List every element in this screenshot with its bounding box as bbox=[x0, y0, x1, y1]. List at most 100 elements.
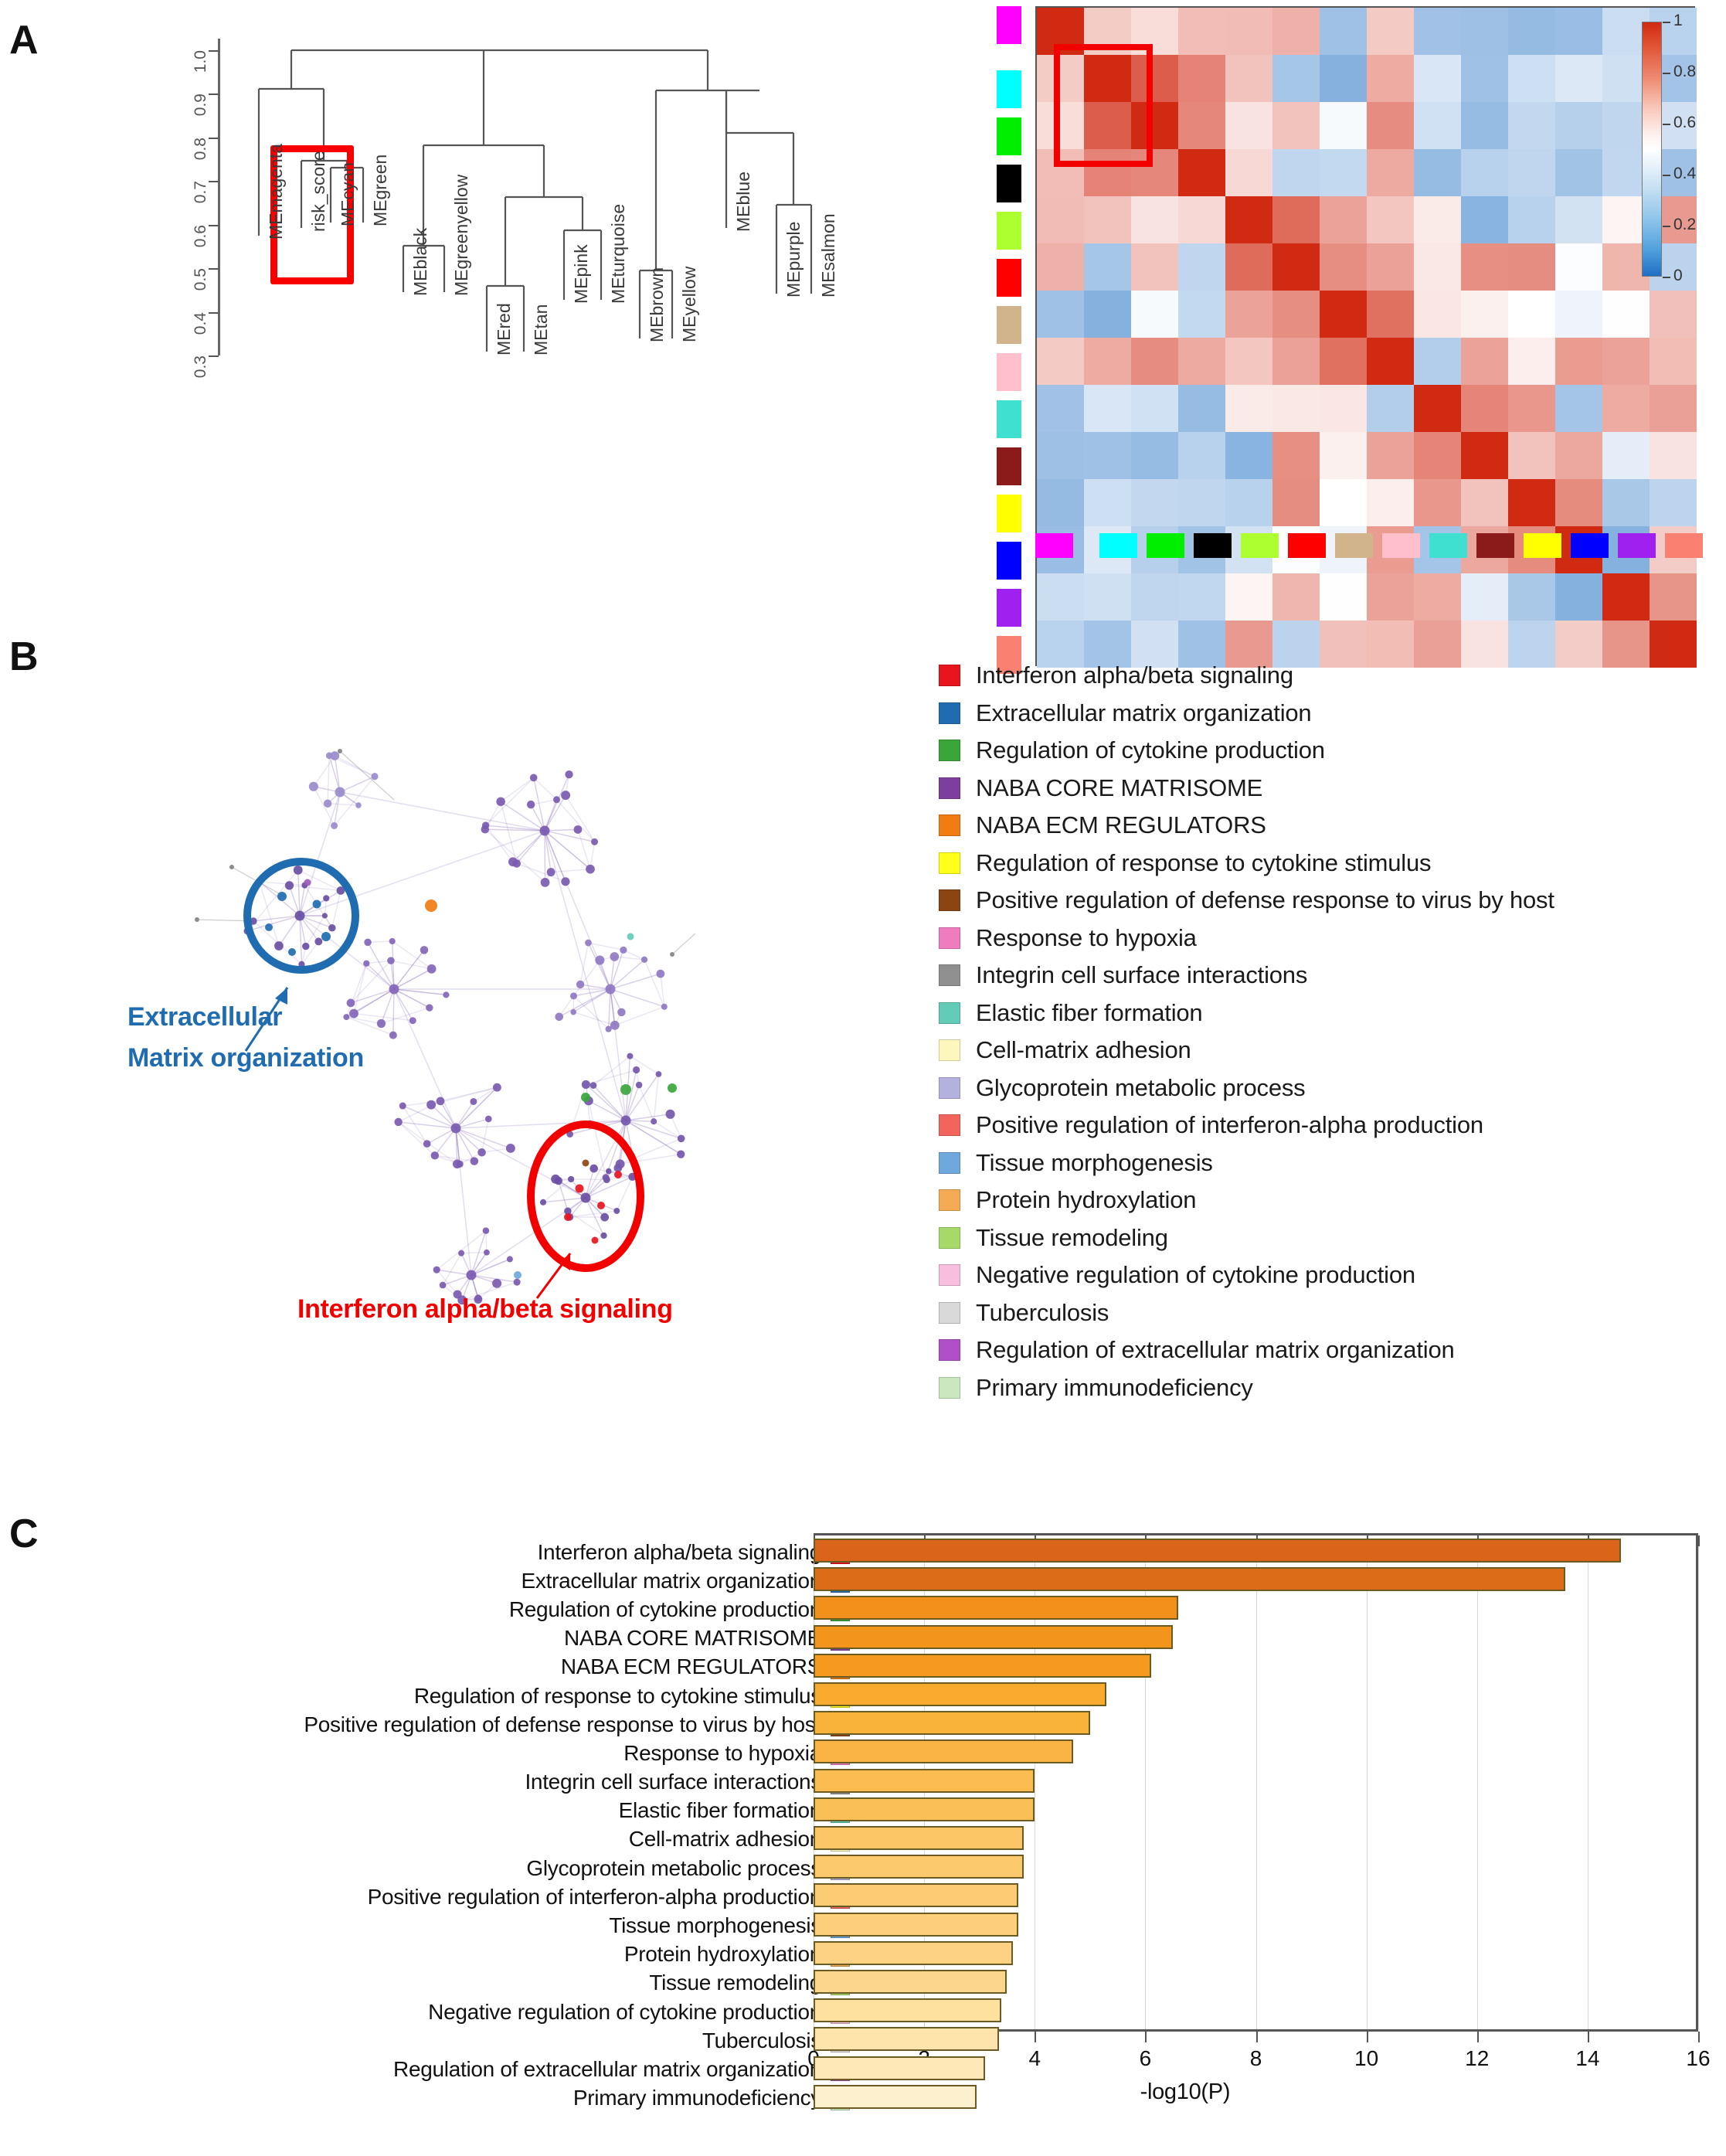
barchart-category-label: Tissue remodeling bbox=[649, 1971, 821, 1995]
colorbar-tick-label: 1 bbox=[1673, 12, 1683, 29]
heatmap-col-color-black bbox=[1194, 533, 1232, 558]
legend-item: Cell-matrix adhesion bbox=[939, 1032, 1554, 1069]
dendrogram-leaf-label: MEgreenyellow bbox=[451, 174, 471, 296]
legend-item: Glycoprotein metabolic process bbox=[939, 1069, 1554, 1107]
heatmap-cell bbox=[1508, 102, 1555, 149]
heatmap-cell bbox=[1225, 291, 1272, 338]
barchart-category-label: Positive regulation of interferon-alpha … bbox=[367, 1884, 822, 1909]
heatmap-cell bbox=[1320, 573, 1367, 621]
legend-item: Elastic fiber formation bbox=[939, 995, 1554, 1032]
heatmap-cell bbox=[1320, 196, 1367, 243]
colorbar-tick-label: 0.8 bbox=[1673, 63, 1697, 80]
legend-color-swatch bbox=[939, 1039, 960, 1062]
barchart-bar bbox=[814, 1682, 1107, 1706]
heatmap-cell bbox=[1508, 385, 1555, 432]
legend-item-label: Positive regulation of defense response … bbox=[976, 886, 1554, 914]
heatmap-cell bbox=[1367, 385, 1414, 432]
legend-color-swatch bbox=[939, 1264, 960, 1287]
heatmap-cell bbox=[1508, 573, 1555, 621]
heatmap-cell bbox=[1602, 479, 1650, 526]
heatmap-cell bbox=[1602, 338, 1650, 385]
heatmap-cell bbox=[1461, 291, 1508, 338]
heatmap-cell bbox=[1131, 338, 1178, 385]
dendrogram-leaf-label: MEsalmon bbox=[818, 213, 838, 298]
dendrogram-leaf-label: MEgreen bbox=[370, 154, 390, 226]
heatmap-cell bbox=[1367, 338, 1414, 385]
barchart-bar bbox=[814, 1539, 1621, 1563]
colorbar-tick bbox=[1663, 124, 1670, 125]
barchart-category-label: Response to hypoxia bbox=[623, 1740, 821, 1765]
ecm-annotation-line1: Extracellular bbox=[127, 1002, 283, 1032]
panel-a-module-dendrogram: 1.0 0.9 0.8 0.7 0.6 0.5 0.4 0.3 MEmagenta risk_sc… bbox=[0, 0, 950, 618]
legend-item-label: Response to hypoxia bbox=[976, 923, 1197, 951]
heatmap-col-color-magenta bbox=[1035, 533, 1073, 558]
heatmap-row-color-pink bbox=[997, 353, 1021, 391]
heatmap-cell bbox=[1225, 8, 1272, 55]
heatmap-cell bbox=[1602, 432, 1650, 479]
legend-item-label: Tissue morphogenesis bbox=[976, 1148, 1213, 1176]
dendrogram-leaf-label: MEblack bbox=[410, 227, 430, 296]
heatmap-cell bbox=[1084, 479, 1131, 526]
dendrogram-leaf-label: MEpink bbox=[571, 244, 591, 304]
heatmap-cell bbox=[1367, 8, 1414, 55]
heatmap-cell bbox=[1414, 8, 1461, 55]
legend-item-label: Positive regulation of interferon-alpha … bbox=[976, 1111, 1483, 1139]
legend-item-label: Integrin cell surface interactions bbox=[976, 961, 1308, 989]
barchart-row: Extracellular matrix organization bbox=[0, 1566, 850, 1595]
heatmap-cell bbox=[1461, 338, 1508, 385]
heatmap-row-color-greenyellow bbox=[997, 212, 1021, 250]
heatmap-cell bbox=[1602, 385, 1650, 432]
heatmap-cell bbox=[1037, 243, 1084, 291]
heatmap-cell bbox=[1320, 149, 1367, 196]
barchart-bar bbox=[814, 1596, 1179, 1620]
heatmap-cell bbox=[1461, 55, 1508, 102]
heatmap-cell bbox=[1320, 102, 1367, 149]
heatmap-col-color-greenyellow bbox=[1241, 533, 1279, 558]
colorbar-tick bbox=[1663, 73, 1670, 74]
dendrogram-leaf-label: risk_score bbox=[308, 151, 328, 232]
heatmap-cell bbox=[1367, 196, 1414, 243]
legend-item: Regulation of response to cytokine stimu… bbox=[939, 845, 1554, 882]
ifn-annotation-label: Interferon alpha/beta signaling bbox=[297, 1294, 673, 1324]
legend-item-label: Glycoprotein metabolic process bbox=[976, 1073, 1306, 1101]
heatmap-cell bbox=[1272, 385, 1320, 432]
barchart-category-label: Regulation of extracellular matrix organ… bbox=[393, 2056, 821, 2081]
heatmap-row-color-blue bbox=[997, 542, 1021, 580]
heatmap-cell bbox=[1414, 338, 1461, 385]
legend-color-swatch bbox=[939, 1376, 960, 1399]
heatmap-cell bbox=[1320, 479, 1367, 526]
legend-item: Primary immunodeficiency bbox=[939, 1369, 1554, 1407]
heatmap-col-color-tan bbox=[1335, 533, 1373, 558]
barchart-row: Cell-matrix adhesion bbox=[0, 1825, 850, 1854]
heatmap-cell bbox=[1272, 291, 1320, 338]
heatmap-col-color-red bbox=[1288, 533, 1326, 558]
dendrogram-leaf-label: MEbrown bbox=[647, 267, 667, 342]
legend-item: Tissue morphogenesis bbox=[939, 1144, 1554, 1182]
legend-item-label: Tuberculosis bbox=[976, 1298, 1109, 1326]
barchart-category-labels: Interferon alpha/beta signaling Extracell… bbox=[0, 1538, 850, 2113]
heatmap-cell bbox=[1084, 338, 1131, 385]
barchart-x-tick-top bbox=[1698, 1535, 1700, 1546]
dendrogram-leaf-label: MEyellow bbox=[679, 266, 699, 342]
barchart-row: Protein hydroxylation bbox=[0, 1940, 850, 1969]
legend-item: Negative regulation of cytokine producti… bbox=[939, 1257, 1554, 1294]
heatmap-cell bbox=[1178, 432, 1225, 479]
heatmap-cell bbox=[1225, 102, 1272, 149]
barchart-bar bbox=[814, 1567, 1566, 1592]
barchart-row: Elastic fiber formation bbox=[0, 1797, 850, 1825]
heatmap-cell bbox=[1602, 621, 1650, 668]
barchart-row: Response to hypoxia bbox=[0, 1739, 850, 1767]
heatmap-col-color-brown bbox=[1476, 533, 1514, 558]
barchart-category-label: Positive regulation of defense response … bbox=[304, 1712, 821, 1736]
barchart-category-label: Negative regulation of cytokine producti… bbox=[428, 1999, 821, 2024]
legend-item: Tissue remodeling bbox=[939, 1219, 1554, 1257]
heatmap-cell bbox=[1367, 102, 1414, 149]
heatmap-cell bbox=[1037, 291, 1084, 338]
legend-color-swatch bbox=[939, 1001, 960, 1024]
legend-color-swatch bbox=[939, 1339, 960, 1362]
barchart-category-label: Extracellular matrix organization bbox=[521, 1568, 822, 1593]
heatmap-row-color-black bbox=[997, 165, 1021, 202]
heatmap-cell bbox=[1225, 196, 1272, 243]
heatmap-cell bbox=[1414, 55, 1461, 102]
heatmap-highlight-box bbox=[1054, 44, 1153, 167]
